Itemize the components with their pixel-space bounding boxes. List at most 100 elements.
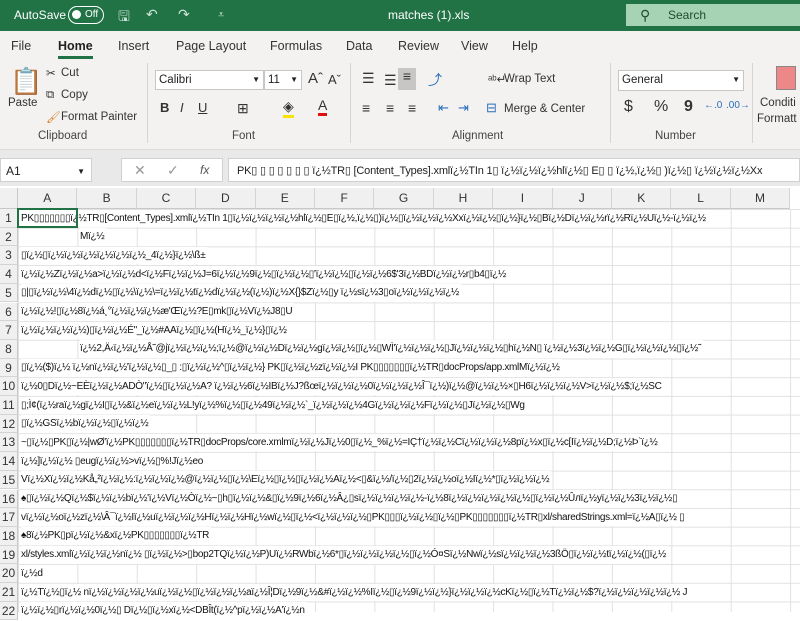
customize-toolbar-icon[interactable]: ⩡ xyxy=(218,9,224,22)
row-header[interactable]: 16 xyxy=(0,489,18,509)
align-left-icon[interactable]: ≡ xyxy=(362,100,370,116)
number-format-select[interactable]: General ▼ xyxy=(618,70,744,91)
decrease-font-icon[interactable]: Aˇ xyxy=(328,72,341,87)
bold-button[interactable]: B xyxy=(160,100,169,115)
cell-row-7[interactable]: ï¿½ï¿½ï¿½ï¿½)▯ï¿½ï¿½É"_ï¿½#AAï¿½▯ï¿½(Hï¿… xyxy=(21,321,289,340)
row-header[interactable]: 22 xyxy=(0,601,18,621)
font-name-select[interactable]: Calibri ▼ xyxy=(155,70,264,90)
cell-row-6[interactable]: ï¿½ï¿½!▯ï¿½8ï¿½á¸°ï¿½ï¿½ï¿½æ'Œï¿½?E▯mk▯ï… xyxy=(21,303,295,321)
tab-view[interactable]: View xyxy=(461,39,488,53)
decrease-indent-icon[interactable]: ⇤ xyxy=(438,100,449,116)
row-header[interactable]: 2 xyxy=(0,227,18,247)
tab-formulas[interactable]: Formulas xyxy=(270,39,322,53)
bottom-align-icon[interactable]: ≡ xyxy=(398,68,416,90)
name-box[interactable]: A1 ▼ xyxy=(0,158,92,182)
column-header-l[interactable]: L xyxy=(671,188,731,209)
column-header-h[interactable]: H xyxy=(433,188,494,209)
tab-home[interactable]: Home xyxy=(58,39,93,59)
column-header-k[interactable]: K xyxy=(612,188,672,209)
align-right-icon[interactable]: ≡ xyxy=(408,100,416,116)
paste-button[interactable]: Paste xyxy=(8,97,37,109)
percent-button[interactable]: % xyxy=(654,98,668,116)
wrap-text-button[interactable]: Wrap Text xyxy=(504,73,555,85)
insert-function-icon[interactable]: fx xyxy=(200,163,209,177)
cell-row-11[interactable]: ▯;Ì¢(ï¿½raï¿½gï¿½I▯ï¿½&ï¿½eï¿½ï¿½L!yï¿½%… xyxy=(21,396,527,414)
cell-row-4[interactable]: ï¿½ï¿½Zï¿½ï¿½a>ï¿½ï¿½d<ï¿½Fï¿½ï¿½J=6ï¿½ï… xyxy=(21,265,509,284)
file-name[interactable]: matches (1).xls xyxy=(388,8,469,22)
merge-center-button[interactable]: Merge & Center xyxy=(504,103,585,115)
column-header-b[interactable]: B xyxy=(77,188,137,209)
row-header[interactable]: 15 xyxy=(0,470,18,490)
row-header[interactable]: 14 xyxy=(0,452,18,471)
row-header[interactable]: 20 xyxy=(0,564,18,583)
cell-row-8[interactable]: ï¿½2,Ä‹ï¿½ï¿½Å˜@jï¿½ï¿½ï¿½;ï¿½@ï¿½ï¿½Dï¿… xyxy=(80,340,704,358)
paste-icon[interactable]: 📋 xyxy=(10,66,42,97)
conditional-formatting-icon[interactable] xyxy=(776,66,796,90)
copy-button[interactable]: Copy xyxy=(61,89,88,101)
middle-align-icon[interactable]: ☰ xyxy=(384,72,397,89)
tab-data[interactable]: Data xyxy=(346,39,372,53)
select-all-button[interactable] xyxy=(0,188,18,209)
increase-font-icon[interactable]: Aˆ xyxy=(308,70,323,87)
cell-row-21[interactable]: ï¿½Tï¿½▯ï¿½ nï¿½ï¿½ï¿½ï¿½uï¿½ï¿½▯ï¿½ï¿½ï… xyxy=(21,583,690,601)
decrease-decimal-icon[interactable]: .00→ xyxy=(726,100,750,111)
conditional-formatting-label-1[interactable]: Conditi xyxy=(760,97,796,109)
row-header[interactable]: 5 xyxy=(0,283,18,303)
autosave-toggle[interactable]: Off xyxy=(68,6,104,24)
row-header[interactable]: 1 xyxy=(0,209,18,228)
align-center-icon[interactable]: ≡ xyxy=(386,100,394,116)
tab-review[interactable]: Review xyxy=(398,39,439,53)
cell-row-5[interactable]: ▯|▯ï¿½ï¿½\4ï¿½dï¿½▯ï¿½\ï¿½\=ï¿½ï¿½tï¿½dï… xyxy=(21,284,462,302)
column-header-e[interactable]: E xyxy=(255,188,315,209)
tab-file[interactable]: File xyxy=(11,39,31,53)
cell-row-12[interactable]: ▯ï¿½GSï¿½bï¿½ï¿½▯ï¿½ï¿½ xyxy=(21,415,151,433)
search-box[interactable]: ⚲ Search xyxy=(626,4,800,26)
cell-row-14[interactable]: ï¿½]ï¿½ï¿½ ▯eugï¿½ï¿½>vï¿½▯%!Jï¿½eo xyxy=(21,452,205,471)
row-header[interactable]: 3 xyxy=(0,246,18,266)
column-header-i[interactable]: I xyxy=(493,188,553,209)
row-header[interactable]: 9 xyxy=(0,358,18,378)
column-header-g[interactable]: G xyxy=(374,188,434,209)
column-header-c[interactable]: C xyxy=(136,188,197,209)
row-header[interactable]: 8 xyxy=(0,339,18,359)
enter-icon[interactable]: ✓ xyxy=(167,162,179,179)
cell-row-13[interactable]: ~▯ï¿½▯PK▯ï¿½|wØ'ï¿½PK▯▯▯▯▯▯▯ï¿½TR▯docPro… xyxy=(21,433,660,452)
underline-button[interactable]: U xyxy=(198,100,207,115)
format-painter-button[interactable]: Format Painter xyxy=(61,111,137,123)
cell-row-2[interactable]: Mï¿½ xyxy=(80,228,107,246)
cell-row-20[interactable]: ï¿½d xyxy=(21,564,45,583)
row-header[interactable]: 19 xyxy=(0,545,18,565)
increase-indent-icon[interactable]: ⇥ xyxy=(458,100,469,116)
column-header-j[interactable]: J xyxy=(552,188,612,209)
row-header[interactable]: 13 xyxy=(0,433,18,453)
font-size-select[interactable]: 11 ▼ xyxy=(264,70,302,90)
row-header[interactable]: 6 xyxy=(0,302,18,322)
cell-row-18[interactable]: ♠8ï¿½PK▯pï¿½ï¿½&xï¿½PK▯▯▯▯▯▯▯ï¿½TR xyxy=(21,527,212,545)
cell-row-19[interactable]: xl/styles.xmlï¿½ï¿½ï¿½nï¿½ ▯ï¿½ï¿½>▯bop2… xyxy=(21,546,669,564)
row-header[interactable]: 10 xyxy=(0,377,18,396)
italic-button[interactable]: I xyxy=(180,100,184,115)
cell-row-22[interactable]: ï¿½ï¿½▯rï¿½ï¿½0ï¿½▯ Dï¿½▯ï¿½xï¿½<DBÎt(ï¿… xyxy=(21,602,307,620)
row-header[interactable]: 11 xyxy=(0,396,18,415)
tab-page-layout[interactable]: Page Layout xyxy=(176,39,246,53)
formula-input[interactable]: PK▯ ▯ ▯ ▯ ▯ ▯ ▯ ï¿½TR▯ [Content_Types].x… xyxy=(228,158,800,182)
orientation-icon[interactable]: ⤴ xyxy=(428,70,442,90)
undo-icon[interactable]: ↶ xyxy=(146,6,158,23)
comma-button[interactable]: 9 xyxy=(684,98,693,116)
column-header-f[interactable]: F xyxy=(315,188,375,209)
cancel-icon[interactable]: ✕ xyxy=(134,162,146,179)
row-header[interactable]: 12 xyxy=(0,414,18,434)
row-header[interactable]: 21 xyxy=(0,583,18,602)
row-header[interactable]: 18 xyxy=(0,526,18,546)
redo-icon[interactable]: ↷ xyxy=(178,6,190,23)
cell-row-9[interactable]: ▯ï¿½($)ï¿½ ï¿½nï¿½ï¿½'ï¿½ï¿½▯_▯ :▯ï¿½ï¿½… xyxy=(21,359,562,377)
tab-help[interactable]: Help xyxy=(512,39,538,53)
cut-button[interactable]: Cut xyxy=(61,67,79,79)
fill-color-icon[interactable]: ◈ xyxy=(283,98,294,118)
row-header[interactable]: 4 xyxy=(0,265,18,284)
tab-insert[interactable]: Insert xyxy=(118,39,149,53)
cell-row-15[interactable]: Vï¿½Xï¿½ï¿½Kå„²ï¿½ï¿½:ï¿½ï¿½ï¿½@ï¿½ï¿½▯ï… xyxy=(21,471,552,489)
column-header-m[interactable]: M xyxy=(730,188,791,209)
font-color-icon[interactable]: A xyxy=(318,97,328,116)
row-header[interactable]: 7 xyxy=(0,321,18,340)
